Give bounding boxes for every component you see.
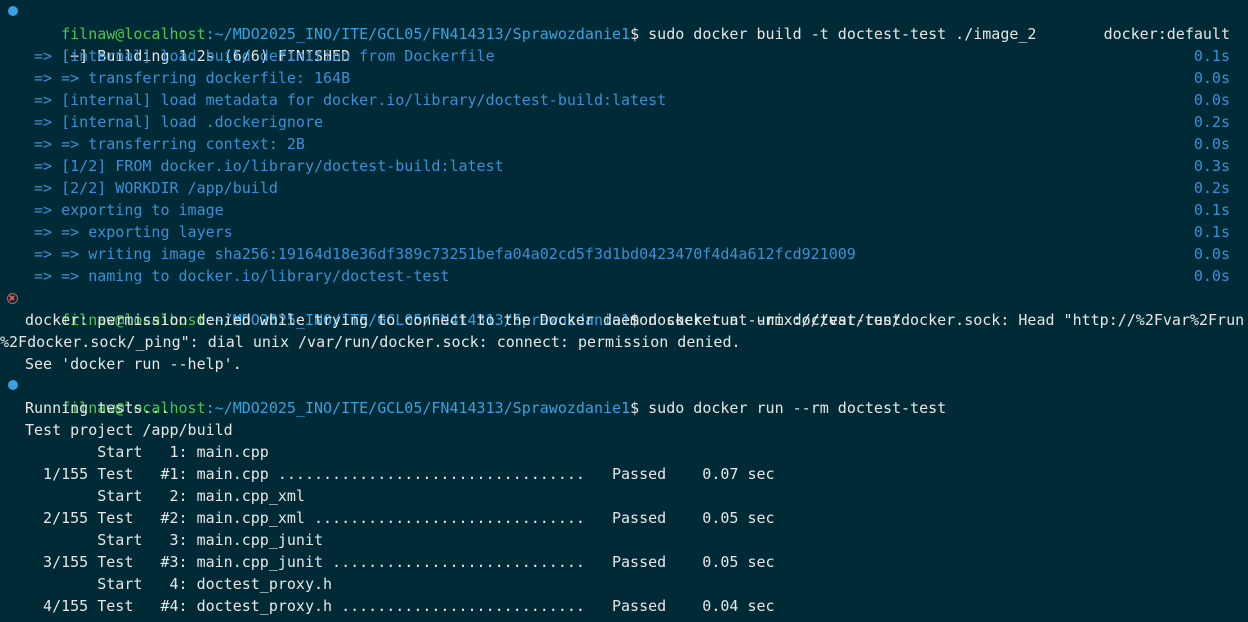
- test-line: 4/155 Test #4: doctest_proxy.h .........…: [0, 595, 1248, 617]
- step-time: 0.0s: [1193, 69, 1230, 87]
- success-dot-icon: [8, 6, 18, 16]
- error-circle-icon: [7, 293, 18, 304]
- build-step: => [internal] load build definition from…: [0, 45, 1248, 67]
- build-step: => => transferring dockerfile: 164B 0.0s: [0, 67, 1248, 89]
- step-time: 0.0s: [1193, 91, 1230, 109]
- output-line: Test project /app/build: [0, 419, 1248, 441]
- step-text: => exporting to image: [25, 201, 224, 219]
- test-text: Start 2: main.cpp_xml: [25, 487, 305, 505]
- test-text: Start 3: main.cpp_junit: [25, 531, 324, 549]
- test-text: 3/155 Test #3: main.cpp_junit ..........…: [25, 553, 775, 571]
- step-text: => => naming to docker.io/library/doctes…: [25, 267, 450, 285]
- test-line: Start 1: main.cpp: [0, 441, 1248, 463]
- step-text: => => writing image sha256:19164d18e36df…: [25, 245, 856, 263]
- step-time: 0.2s: [1193, 113, 1230, 131]
- build-step: => => writing image sha256:19164d18e36df…: [0, 243, 1248, 265]
- step-text: => [internal] load metadata for docker.i…: [25, 91, 667, 109]
- test-text: 2/155 Test #2: main.cpp_xml ............…: [25, 509, 775, 527]
- step-text: => => transferring context: 2B: [25, 135, 305, 153]
- success-dot-icon: [8, 380, 18, 390]
- test-line: 3/155 Test #3: main.cpp_junit ..........…: [0, 551, 1248, 573]
- test-line: Start 2: main.cpp_xml: [0, 485, 1248, 507]
- step-time: 0.0s: [1193, 135, 1230, 153]
- step-time: 0.2s: [1193, 179, 1230, 197]
- build-step: => => naming to docker.io/library/doctes…: [0, 265, 1248, 287]
- command-line: filnaw@localhost:~/MDO2025_INO/ITE/GCL05…: [0, 287, 1248, 329]
- test-text: Start 4: doctest_proxy.h: [25, 575, 333, 593]
- step-text: => [internal] load build definition from…: [25, 47, 495, 65]
- test-text: Start 1: main.cpp: [25, 443, 269, 461]
- build-status-line: [+] Building 1.2s (6/6) FINISHED docker:d…: [0, 23, 1248, 65]
- test-text: 1/155 Test #1: main.cpp ................…: [25, 465, 775, 483]
- step-time: 0.1s: [1193, 201, 1230, 219]
- command-line: filnaw@localhost:~/MDO2025_INO/ITE/GCL05…: [0, 375, 1248, 417]
- output-text: Running tests...: [25, 399, 170, 417]
- build-step: => => transferring context: 2B 0.0s: [0, 133, 1248, 155]
- step-text: => [1/2] FROM docker.io/library/doctest-…: [25, 157, 504, 175]
- error-text: docker: permission denied while trying t…: [25, 311, 1245, 329]
- test-text: 4/155 Test #4: doctest_proxy.h .........…: [25, 597, 775, 615]
- step-time: 0.3s: [1193, 157, 1230, 175]
- build-step: => exporting to image 0.1s: [0, 199, 1248, 221]
- step-time: 0.0s: [1193, 267, 1230, 285]
- build-step: => [internal] load metadata for docker.i…: [0, 89, 1248, 111]
- output-text: Test project /app/build: [25, 421, 233, 439]
- test-line: Start 4: doctest_proxy.h: [0, 573, 1248, 595]
- terminal[interactable]: filnaw@localhost:~/MDO2025_INO/ITE/GCL05…: [0, 0, 1248, 622]
- output-line: Running tests...: [0, 397, 1248, 419]
- step-time: 0.1s: [1193, 47, 1230, 65]
- step-text: => => transferring dockerfile: 164B: [25, 69, 351, 87]
- builder-name: docker:default: [1103, 25, 1230, 43]
- output-line: See 'docker run --help'.: [0, 353, 1248, 375]
- output-line: %2Fdocker.sock/_ping": dial unix /var/ru…: [0, 331, 1248, 353]
- error-text: See 'docker run --help'.: [25, 355, 242, 373]
- build-step: => [1/2] FROM docker.io/library/doctest-…: [0, 155, 1248, 177]
- build-step: => [2/2] WORKDIR /app/build 0.2s: [0, 177, 1248, 199]
- test-line: 1/155 Test #1: main.cpp ................…: [0, 463, 1248, 485]
- output-line: docker: permission denied while trying t…: [0, 309, 1248, 331]
- build-step: => [internal] load .dockerignore 0.2s: [0, 111, 1248, 133]
- command-line: filnaw@localhost:~/MDO2025_INO/ITE/GCL05…: [0, 1, 1248, 43]
- error-text: %2Fdocker.sock/_ping": dial unix /var/ru…: [0, 333, 741, 351]
- step-time: 0.0s: [1193, 245, 1230, 263]
- build-step: => => exporting layers 0.1s: [0, 221, 1248, 243]
- step-text: => [internal] load .dockerignore: [25, 113, 324, 131]
- step-text: => => exporting layers: [25, 223, 233, 241]
- test-line: Start 3: main.cpp_junit: [0, 529, 1248, 551]
- step-text: => [2/2] WORKDIR /app/build: [25, 179, 278, 197]
- step-time: 0.1s: [1193, 223, 1230, 241]
- test-line: 2/155 Test #2: main.cpp_xml ............…: [0, 507, 1248, 529]
